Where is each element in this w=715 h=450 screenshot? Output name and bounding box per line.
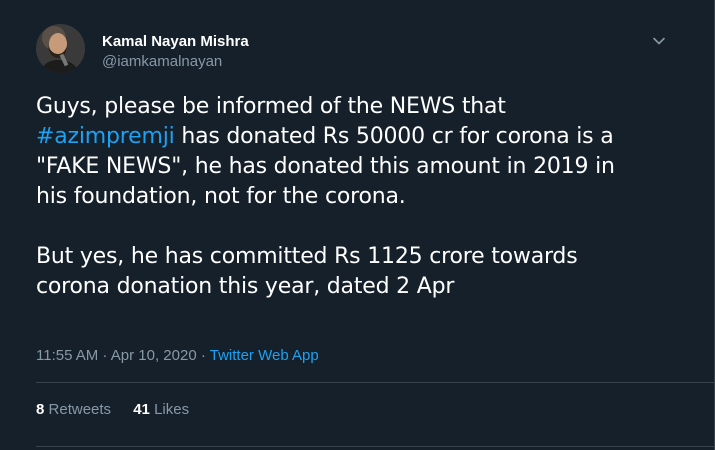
tweet-line: Guys, please be informed of the NEWS tha… <box>36 94 506 119</box>
divider <box>36 382 715 383</box>
meta-separator: · <box>196 347 210 364</box>
chevron-down-icon <box>653 37 665 45</box>
retweets-label: Retweets <box>48 401 112 418</box>
likes-label: Likes <box>154 401 190 418</box>
more-menu-button[interactable] <box>648 30 670 52</box>
tweet-line: #azimpremji has donated Rs 50000 cr for … <box>36 122 696 152</box>
tweet-time[interactable]: 11:55 AM <box>36 347 98 364</box>
likes-count: 41 <box>133 401 150 418</box>
tweet-line-text: has donated Rs 50000 cr for corona is a <box>174 124 614 149</box>
hashtag-link[interactable]: #azimpremji <box>36 124 175 149</box>
tweet-stats: 8 Retweets 41 Likes <box>36 401 207 418</box>
tweet-line: his foundation, not for the corona. <box>36 184 406 209</box>
author-name[interactable]: Kamal Nayan Mishra <box>102 33 249 50</box>
retweets-count: 8 <box>36 401 45 418</box>
likes-stat[interactable]: 41 Likes <box>133 401 189 418</box>
author-handle[interactable]: @iamkamalnayan <box>102 53 222 70</box>
tweet-card: Kamal Nayan Mishra @iamkamalnayan Guys, … <box>0 0 715 450</box>
tweet-date[interactable]: Apr 10, 2020 <box>111 347 197 364</box>
tweet-meta: 11:55 AM · Apr 10, 2020 · Twitter Web Ap… <box>36 347 319 364</box>
tweet-text: Guys, please be informed of the NEWS tha… <box>36 92 696 302</box>
tweet-line: "FAKE NEWS", he has donated this amount … <box>36 154 615 179</box>
avatar[interactable] <box>36 24 85 73</box>
tweet-line: But yes, he has committed Rs 1125 crore … <box>36 244 578 269</box>
tweet-line: corona donation this year, dated 2 Apr <box>36 274 455 299</box>
divider <box>36 446 715 447</box>
meta-separator: · <box>98 347 111 364</box>
retweets-stat[interactable]: 8 Retweets <box>36 401 111 418</box>
tweet-source-link[interactable]: Twitter Web App <box>210 347 319 364</box>
